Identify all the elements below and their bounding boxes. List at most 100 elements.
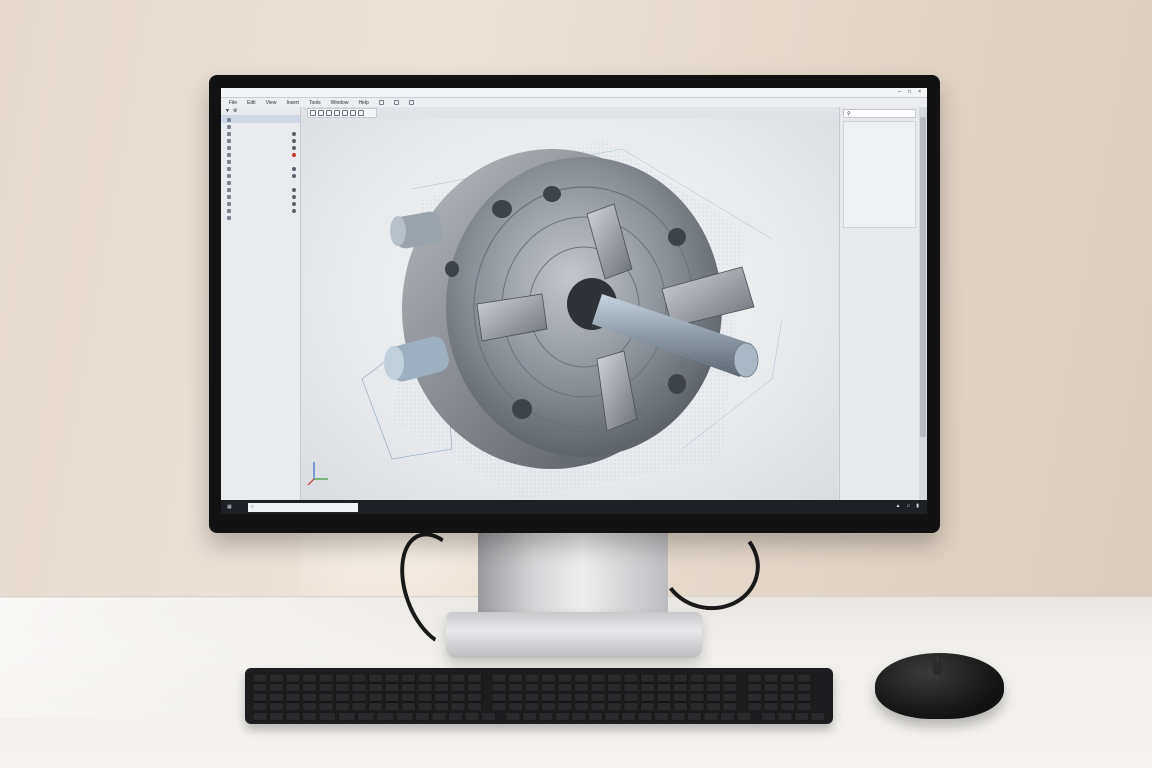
menu-insert[interactable]: Insert	[286, 100, 299, 106]
3d-viewport[interactable]	[302, 119, 838, 500]
visibility-icon[interactable]	[292, 166, 296, 171]
measure-icon[interactable]	[350, 110, 356, 116]
keyboard-key[interactable]	[302, 673, 317, 683]
keyboard-key[interactable]	[524, 692, 540, 702]
keyboard-key[interactable]	[574, 702, 589, 712]
keyboard-key[interactable]	[252, 683, 268, 692]
undo-icon[interactable]	[393, 100, 399, 105]
chuck-model[interactable]	[302, 119, 838, 500]
keyboard-key[interactable]	[252, 692, 268, 702]
keyboard-key[interactable]	[541, 673, 556, 683]
keyboard-key[interactable]	[318, 683, 334, 692]
keyboard-key[interactable]	[335, 702, 350, 712]
keyboard-key[interactable]	[607, 692, 622, 702]
keyboard-key[interactable]	[796, 683, 812, 692]
keyboard-key[interactable]	[623, 673, 639, 683]
tree-item[interactable]	[221, 165, 300, 172]
keyboard-key[interactable]	[491, 683, 507, 692]
maximize-icon[interactable]: □	[908, 89, 911, 95]
keyboard-key[interactable]	[541, 702, 556, 712]
keyboard-key[interactable]	[590, 702, 606, 712]
keyboard-key[interactable]	[541, 692, 556, 702]
keyboard[interactable]	[245, 668, 833, 724]
keyboard-key[interactable]	[761, 712, 776, 721]
list-item[interactable]	[844, 136, 915, 143]
settings-icon[interactable]: ⚙	[233, 108, 237, 114]
keyboard-key[interactable]	[689, 692, 705, 702]
keyboard-key[interactable]	[335, 683, 350, 692]
filter-icon[interactable]: ▼	[225, 108, 230, 114]
zoom-icon[interactable]	[334, 110, 340, 116]
keyboard-key[interactable]	[285, 673, 301, 683]
keyboard-key[interactable]	[450, 673, 466, 683]
list-item[interactable]	[844, 192, 915, 199]
scrollbar-thumb[interactable]	[920, 117, 926, 437]
close-icon[interactable]: ×	[918, 89, 921, 95]
keyboard-key[interactable]	[607, 683, 622, 692]
list-item[interactable]	[844, 157, 915, 164]
keyboard-key[interactable]	[491, 702, 507, 712]
network-icon[interactable]: ▲	[896, 503, 901, 509]
select-icon[interactable]	[310, 110, 316, 116]
keyboard-key[interactable]	[252, 712, 268, 721]
keyboard-key[interactable]	[401, 702, 416, 712]
rotate-icon[interactable]	[318, 110, 324, 116]
keyboard-key[interactable]	[607, 673, 622, 683]
keyboard-key[interactable]	[417, 673, 433, 683]
keyboard-key[interactable]	[269, 712, 284, 721]
keyboard-key[interactable]	[368, 683, 383, 692]
keyboard-key[interactable]	[541, 683, 556, 692]
keyboard-key[interactable]	[508, 683, 523, 692]
visibility-icon[interactable]	[292, 201, 296, 206]
keyboard-key[interactable]	[736, 712, 752, 721]
pan-icon[interactable]	[326, 110, 332, 116]
keyboard-key[interactable]	[434, 683, 449, 692]
keyboard-key[interactable]	[434, 702, 449, 712]
keyboard-key[interactable]	[467, 692, 482, 702]
keyboard-key[interactable]	[673, 702, 688, 712]
keyboard-key[interactable]	[508, 673, 523, 683]
keyboard-key[interactable]	[574, 692, 589, 702]
keyboard-key[interactable]	[763, 683, 779, 692]
keyboard-key[interactable]	[656, 702, 672, 712]
keyboard-key[interactable]	[431, 712, 447, 721]
keyboard-key[interactable]	[464, 712, 480, 721]
keyboard-key[interactable]	[673, 683, 688, 692]
tree-item[interactable]	[221, 179, 300, 186]
keyboard-key[interactable]	[722, 673, 738, 683]
keyboard-key[interactable]	[357, 712, 375, 721]
keyboard-key[interactable]	[763, 702, 779, 712]
keyboard-key[interactable]	[590, 673, 606, 683]
keyboard-key[interactable]	[763, 692, 779, 702]
keyboard-key[interactable]	[706, 683, 721, 692]
tree-item[interactable]	[221, 116, 300, 123]
warning-icon[interactable]	[292, 152, 296, 157]
keyboard-key[interactable]	[623, 683, 639, 692]
keyboard-key[interactable]	[623, 702, 639, 712]
keyboard-key[interactable]	[656, 692, 672, 702]
keyboard-key[interactable]	[318, 702, 334, 712]
list-item[interactable]	[844, 206, 915, 213]
tree-item[interactable]	[221, 158, 300, 165]
list-item[interactable]	[844, 150, 915, 157]
redo-icon[interactable]	[408, 100, 414, 105]
keyboard-key[interactable]	[252, 673, 268, 683]
battery-icon[interactable]: ▮	[916, 503, 919, 509]
keyboard-key[interactable]	[588, 712, 603, 721]
keyboard-key[interactable]	[450, 683, 466, 692]
keyboard-key[interactable]	[467, 673, 482, 683]
properties-search[interactable]: ⚲	[843, 109, 916, 118]
list-item[interactable]	[844, 129, 915, 136]
keyboard-key[interactable]	[557, 692, 573, 702]
menu-tools[interactable]: Tools	[309, 100, 321, 106]
keyboard-key[interactable]	[338, 712, 356, 721]
keyboard-key[interactable]	[720, 712, 735, 721]
keyboard-key[interactable]	[524, 683, 540, 692]
list-item[interactable]	[844, 213, 915, 220]
keyboard-key[interactable]	[335, 673, 350, 683]
keyboard-key[interactable]	[637, 712, 653, 721]
tree-item[interactable]	[221, 151, 300, 158]
keyboard-key[interactable]	[450, 702, 466, 712]
keyboard-key[interactable]	[557, 673, 573, 683]
keyboard-key[interactable]	[302, 683, 317, 692]
